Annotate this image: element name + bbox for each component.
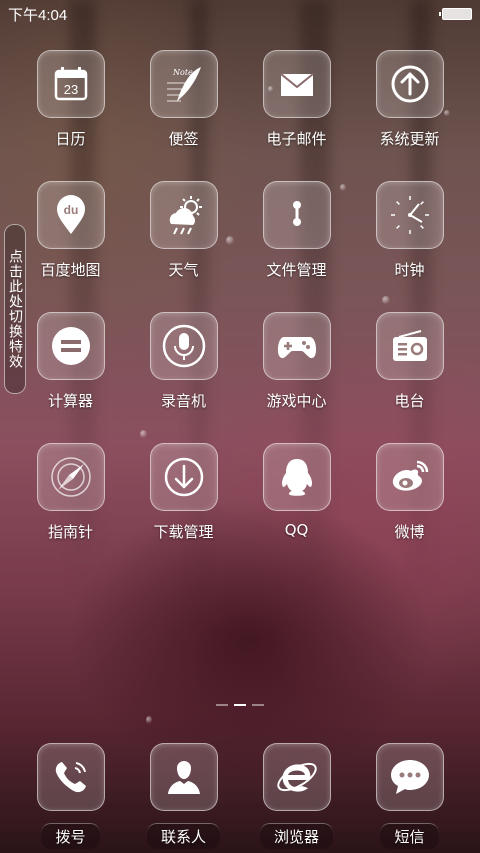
app-tile[interactable]: [262, 443, 331, 511]
map-pin-text: du: [63, 203, 78, 217]
app-tile[interactable]: [262, 50, 331, 118]
app-label: QQ: [284, 521, 309, 539]
dock-label: 拨号: [41, 823, 100, 849]
weather-icon: [169, 196, 202, 235]
page-indicator: [216, 704, 264, 706]
app-game-center[interactable]: 游戏中心: [240, 312, 353, 422]
app-tile[interactable]: [375, 443, 444, 511]
app-compass[interactable]: 指南针: [14, 443, 127, 553]
app-label: 电子邮件: [266, 130, 327, 148]
dock-phone[interactable]: 拨号: [14, 743, 127, 853]
status-time: 下午4:04: [8, 6, 68, 24]
page-dot[interactable]: [252, 704, 264, 706]
dock-browser[interactable]: 浏览器: [240, 743, 353, 853]
app-weibo[interactable]: 微博: [353, 443, 466, 553]
phone-icon: [55, 762, 86, 793]
app-label: 天气: [168, 261, 199, 279]
app-label: 时钟: [394, 261, 425, 279]
app-tile[interactable]: [375, 50, 444, 118]
app-label: 微博: [394, 523, 425, 541]
dock-contacts[interactable]: 联系人: [127, 743, 240, 853]
app-system-update[interactable]: 系统更新: [353, 50, 466, 160]
app-tile[interactable]: [149, 181, 218, 249]
map-pin-icon: du: [56, 195, 85, 234]
clock-icon: [390, 196, 429, 234]
app-label: 文件管理: [266, 261, 327, 279]
status-bar: 下午4:04: [0, 0, 480, 28]
message-bubble-icon: [390, 760, 429, 794]
app-clock[interactable]: 时钟: [353, 181, 466, 291]
penguin-icon: [281, 459, 312, 496]
app-weather[interactable]: 天气: [127, 181, 240, 291]
app-tile[interactable]: [375, 312, 444, 380]
contact-icon: [167, 761, 200, 794]
app-tile[interactable]: [36, 312, 105, 380]
file-manager-icon: [292, 201, 301, 226]
app-recorder[interactable]: 录音机: [127, 312, 240, 422]
app-notes[interactable]: Note 便签: [127, 50, 240, 160]
app-calculator[interactable]: 计算器: [14, 312, 127, 422]
page-dot[interactable]: [216, 704, 228, 706]
dock-label: 联系人: [146, 823, 220, 849]
app-label: 下载管理: [153, 523, 214, 541]
app-label: 系统更新: [379, 130, 440, 148]
app-file-manager[interactable]: 文件管理: [240, 181, 353, 291]
calendar-date-text: 23: [63, 82, 77, 97]
dock-messages[interactable]: 短信: [353, 743, 466, 853]
app-tile[interactable]: [375, 743, 444, 811]
app-tile[interactable]: 23: [36, 50, 105, 118]
app-label: 计算器: [47, 392, 93, 410]
up-arrow-icon: [391, 65, 428, 103]
dock-label: 短信: [380, 823, 439, 849]
app-calendar[interactable]: 23 日历: [14, 50, 127, 160]
app-tile[interactable]: [375, 181, 444, 249]
app-tile[interactable]: [36, 743, 105, 811]
app-label: 日历: [55, 130, 86, 148]
app-label: 指南针: [47, 523, 93, 541]
app-label: 游戏中心: [266, 392, 327, 410]
app-radio[interactable]: 电台: [353, 312, 466, 422]
app-label: 录音机: [160, 392, 206, 410]
gamepad-icon: [277, 337, 316, 359]
app-qq[interactable]: QQ: [240, 443, 353, 553]
dock-label: 浏览器: [259, 823, 333, 849]
battery-icon: [439, 8, 472, 20]
browser-e-icon: [276, 762, 317, 792]
dock: 拨号 联系人 浏览器 短信: [14, 743, 466, 853]
app-label: 便签: [168, 130, 199, 148]
radio-icon: [392, 330, 427, 361]
weibo-icon: [392, 460, 428, 491]
app-tile[interactable]: [149, 312, 218, 380]
app-label: 百度地图: [40, 261, 101, 279]
app-tile[interactable]: [36, 443, 105, 511]
app-email[interactable]: 电子邮件: [240, 50, 353, 160]
app-tile[interactable]: [262, 743, 331, 811]
app-tile[interactable]: [262, 181, 331, 249]
app-label: 电台: [394, 392, 425, 410]
app-tile[interactable]: [149, 743, 218, 811]
calculator-icon: [51, 327, 90, 365]
envelope-icon: [279, 73, 314, 96]
app-baidu-map[interactable]: du 百度地图: [14, 181, 127, 291]
microphone-icon: [162, 324, 205, 368]
compass-icon: [50, 457, 91, 497]
app-tile[interactable]: [149, 443, 218, 511]
app-grid: 23 日历 Note 便签 电子邮件 系统更新 du 百度地图 天气 文件管理 …: [14, 50, 466, 553]
app-download-manager[interactable]: 下载管理: [127, 443, 240, 553]
page-dot-active[interactable]: [234, 704, 246, 706]
app-tile[interactable]: du: [36, 181, 105, 249]
calendar-icon: 23: [54, 67, 87, 101]
download-icon: [164, 457, 203, 497]
app-tile[interactable]: [262, 312, 331, 380]
notes-quill-icon: Note: [166, 67, 201, 102]
app-tile[interactable]: Note: [149, 50, 218, 118]
